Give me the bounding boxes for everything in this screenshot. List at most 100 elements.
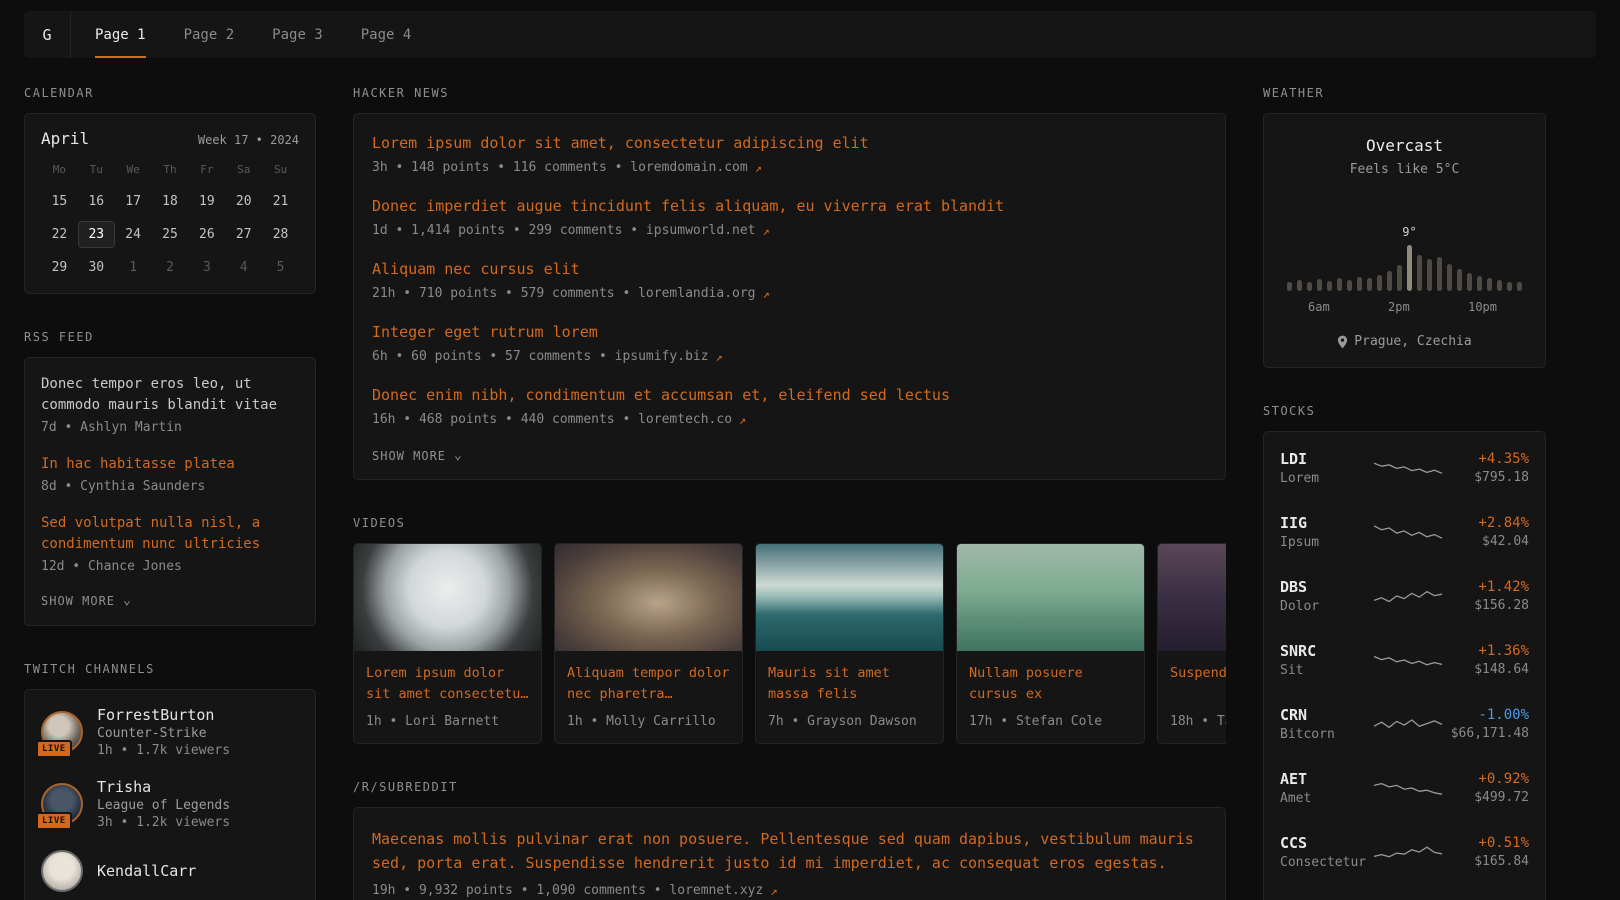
- news-item-title[interactable]: Lorem ipsum dolor sit amet, consectetur …: [372, 133, 1207, 154]
- news-item-meta-text: 21h • 710 points • 579 comments • loreml…: [372, 286, 756, 301]
- video-body: Lorem ipsum dolor sit amet consectetu… 1…: [354, 651, 541, 743]
- stock-row[interactable]: LDI Lorem +4.35% $795.18: [1280, 436, 1529, 500]
- reddit-post-title[interactable]: Maecenas mollis pulvinar erat non posuer…: [372, 827, 1207, 875]
- twitch-channel-name[interactable]: Trisha: [97, 778, 230, 796]
- rss-item-title[interactable]: Donec tempor eros leo, ut commodo mauris…: [41, 374, 299, 416]
- stock-row[interactable]: AET Amet +0.92% $499.72: [1280, 756, 1529, 820]
- weather-bar: [1387, 271, 1392, 291]
- news-item-title[interactable]: Donec enim nibh, condimentum et accumsan…: [372, 385, 1207, 406]
- rss-item: Donec tempor eros leo, ut commodo mauris…: [41, 374, 299, 435]
- video-title[interactable]: Suspendisse diam: [1170, 663, 1226, 706]
- twitch-channel[interactable]: KendallCarr: [41, 850, 299, 892]
- calendar-day: 28: [262, 221, 299, 248]
- video-card[interactable]: Nullam posuere cursus ex 17h • Stefan Co…: [956, 543, 1145, 744]
- stock-row[interactable]: IIG Ipsum +2.84% $42.04: [1280, 500, 1529, 564]
- news-item-title[interactable]: Integer eget rutrum lorem: [372, 322, 1207, 343]
- external-link-icon[interactable]: ↗: [763, 287, 770, 301]
- external-link-icon[interactable]: ↗: [770, 884, 777, 898]
- stocks-widget: STOCKS LDI Lorem +4.35% $795.18 IIG: [1263, 404, 1546, 900]
- rss-show-more-button[interactable]: SHOW MORE ⌄: [41, 594, 132, 608]
- video-thumbnail[interactable]: [555, 544, 742, 651]
- stock-values: +2.84% $42.04: [1444, 515, 1529, 549]
- stock-change: +2.84%: [1444, 515, 1529, 531]
- stock-ticker: CRN: [1280, 706, 1372, 724]
- videos-row: Lorem ipsum dolor sit amet consectetu… 1…: [353, 543, 1226, 744]
- stock-name: Sit: [1280, 663, 1372, 678]
- rss-item: Sed volutpat nulla nisl, a condimentum n…: [41, 513, 299, 574]
- twitch-channel-meta: 1h • 1.7k viewers: [97, 743, 230, 758]
- news-item-title[interactable]: Donec imperdiet augue tincidunt felis al…: [372, 196, 1207, 217]
- twitch-channel[interactable]: LIVE ForrestBurton Counter-Strike 1h • 1…: [41, 706, 299, 758]
- rss-item-title[interactable]: In hac habitasse platea: [41, 454, 299, 475]
- calendar-grid: Mo Tu We Th Fr Sa Su 15 16 17 18 19 20 2…: [41, 163, 299, 281]
- calendar-day: 22: [41, 221, 78, 248]
- show-more-label: SHOW MORE: [372, 449, 446, 463]
- stock-row[interactable]: DBS Dolor +1.42% $156.28: [1280, 564, 1529, 628]
- stock-name: Amet: [1280, 791, 1372, 806]
- video-thumbnail[interactable]: [354, 544, 541, 651]
- twitch-channel-name[interactable]: ForrestBurton: [97, 706, 230, 724]
- tab-page-3[interactable]: Page 3: [272, 11, 323, 58]
- tab-page-2[interactable]: Page 2: [184, 11, 235, 58]
- weather-bar: [1297, 280, 1302, 291]
- stock-row[interactable]: CCS Consectetur +0.51% $165.84: [1280, 820, 1529, 884]
- stock-sparkline: [1372, 647, 1444, 673]
- calendar-day-next-month: 5: [262, 254, 299, 281]
- stock-price: $165.84: [1444, 854, 1529, 869]
- stock-price: $499.72: [1444, 790, 1529, 805]
- weather-bar: [1367, 278, 1372, 291]
- video-thumbnail[interactable]: [1158, 544, 1226, 651]
- stock-name: Consectetur: [1280, 855, 1372, 870]
- calendar-day: 30: [78, 254, 115, 281]
- avatar-wrap: [41, 850, 83, 892]
- video-meta: 1h • Lori Barnett: [366, 714, 529, 729]
- calendar-day-next-month: 3: [188, 254, 225, 281]
- app-logo[interactable]: G: [24, 11, 71, 58]
- video-thumbnail[interactable]: [957, 544, 1144, 651]
- video-card[interactable]: Mauris sit amet massa felis 7h • Grayson…: [755, 543, 944, 744]
- video-card[interactable]: Aliquam tempor dolor nec pharetra… 1h • …: [554, 543, 743, 744]
- weather-bar: [1427, 259, 1432, 291]
- external-link-icon[interactable]: ↗: [739, 413, 746, 427]
- weather-bar: [1357, 277, 1362, 291]
- videos-title: VIDEOS: [353, 516, 1226, 530]
- news-item-meta: 6h • 60 points • 57 comments • ipsumify.…: [372, 349, 1207, 364]
- weather-bar: [1287, 282, 1292, 291]
- rss-item-title[interactable]: Sed volutpat nulla nisl, a condimentum n…: [41, 513, 299, 555]
- tab-page-4[interactable]: Page 4: [361, 11, 412, 58]
- middle-column: HACKER NEWS Lorem ipsum dolor sit amet, …: [353, 86, 1226, 900]
- video-card[interactable]: Lorem ipsum dolor sit amet consectetu… 1…: [353, 543, 542, 744]
- video-thumbnail[interactable]: [756, 544, 943, 651]
- twitch-channel-name[interactable]: KendallCarr: [97, 862, 196, 880]
- stock-values: +0.51% $165.84: [1444, 835, 1529, 869]
- calendar-day: 20: [225, 188, 262, 215]
- calendar-month: April: [41, 129, 89, 148]
- video-title[interactable]: Nullam posuere cursus ex: [969, 663, 1132, 706]
- stock-row[interactable]: AHS +0.46%: [1280, 884, 1529, 900]
- twitch-channel-info: Trisha League of Legends 3h • 1.2k viewe…: [97, 778, 230, 830]
- weather-time-axis: 6am 2pm 10pm: [1280, 300, 1529, 314]
- external-link-icon[interactable]: ↗: [763, 224, 770, 238]
- hackernews-card: Lorem ipsum dolor sit amet, consectetur …: [353, 113, 1226, 480]
- calendar-day: 27: [225, 221, 262, 248]
- tab-page-1[interactable]: Page 1: [95, 11, 146, 58]
- video-title[interactable]: Aliquam tempor dolor nec pharetra…: [567, 663, 730, 706]
- stocks-title: STOCKS: [1263, 404, 1546, 418]
- stock-row[interactable]: CRN Bitcorn -1.00% $66,171.48: [1280, 692, 1529, 756]
- rss-item: In hac habitasse platea 8d • Cynthia Sau…: [41, 454, 299, 494]
- calendar-dow: Fr: [188, 163, 225, 182]
- news-item-title[interactable]: Aliquam nec cursus elit: [372, 259, 1207, 280]
- hackernews-show-more-button[interactable]: SHOW MORE ⌄: [372, 449, 463, 463]
- video-title[interactable]: Lorem ipsum dolor sit amet consectetu…: [366, 663, 529, 706]
- videos-widget: VIDEOS Lorem ipsum dolor sit amet consec…: [353, 516, 1226, 744]
- external-link-icon[interactable]: ↗: [716, 350, 723, 364]
- calendar-dow: Tu: [78, 163, 115, 182]
- stock-ticker: SNRC: [1280, 642, 1372, 660]
- stock-row[interactable]: SNRC Sit +1.36% $148.64: [1280, 628, 1529, 692]
- video-card[interactable]: Suspendisse diam 18h • Tara: [1157, 543, 1226, 744]
- video-body: Nullam posuere cursus ex 17h • Stefan Co…: [957, 651, 1144, 743]
- twitch-channel[interactable]: LIVE Trisha League of Legends 3h • 1.2k …: [41, 778, 299, 830]
- video-title[interactable]: Mauris sit amet massa felis: [768, 663, 931, 706]
- external-link-icon[interactable]: ↗: [755, 161, 762, 175]
- dashboard-content: CALENDAR April Week 17 • 2024 Mo Tu We T…: [0, 86, 1620, 900]
